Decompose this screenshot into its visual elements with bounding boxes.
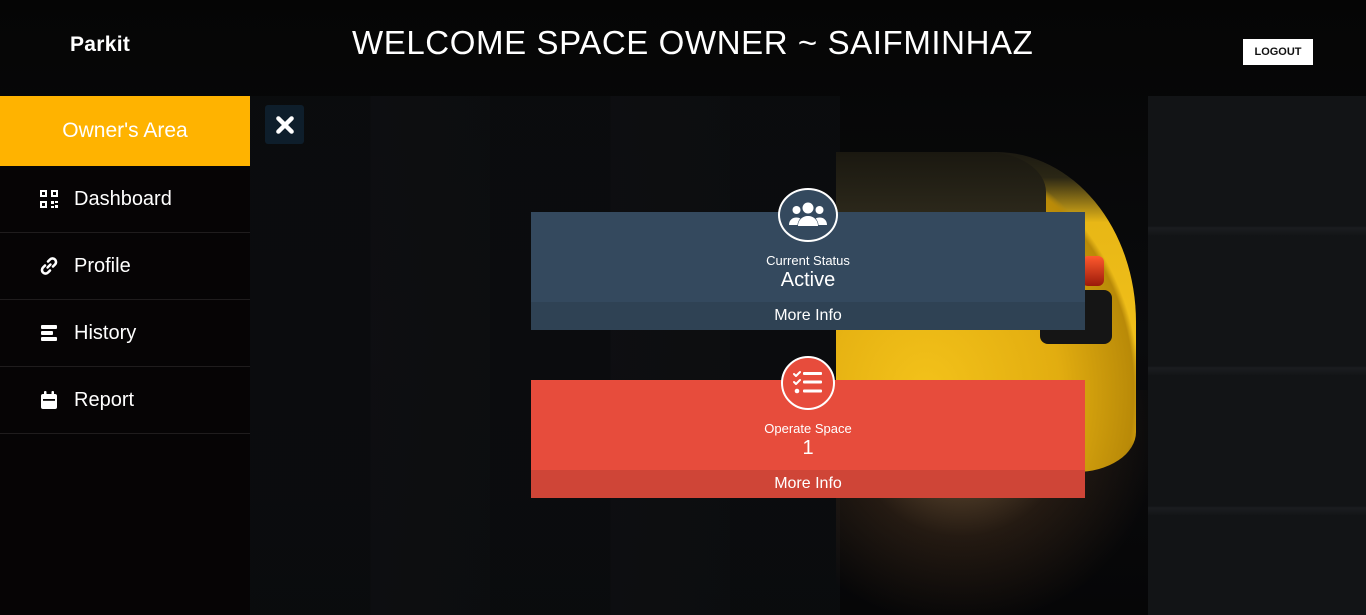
sidebar-item-label: Profile xyxy=(74,254,131,277)
users-icon xyxy=(778,188,838,242)
space-label: Operate Space xyxy=(764,421,852,436)
operate-space-card: Operate Space 1 More Info xyxy=(531,356,1085,498)
close-icon xyxy=(275,115,294,134)
status-label: Current Status xyxy=(766,253,850,268)
top-header: Parkit WELCOME SPACE OWNER ~ SAIFMINHAZ … xyxy=(0,0,1366,96)
sidebar: Owner's Area Dashboard Profile History R… xyxy=(0,96,250,615)
current-status-card: Current Status Active More Info xyxy=(531,188,1085,330)
sidebar-item-label: Dashboard xyxy=(74,187,172,210)
status-value: Active xyxy=(780,269,836,291)
close-sidebar-button[interactable] xyxy=(265,105,304,144)
calendar-icon xyxy=(38,389,60,411)
sidebar-item-profile[interactable]: Profile xyxy=(0,233,250,300)
sidebar-item-dashboard[interactable]: Dashboard xyxy=(0,166,250,233)
link-icon xyxy=(38,255,60,277)
sidebar-item-report[interactable]: Report xyxy=(0,367,250,434)
space-value: 1 xyxy=(802,437,814,459)
qr-grid-icon xyxy=(38,188,60,210)
garage-wall-right xyxy=(1148,96,1366,615)
garage-wall-left xyxy=(250,96,840,615)
checklist-icon xyxy=(781,356,835,410)
sidebar-item-label: Report xyxy=(74,388,135,411)
space-more-info-link[interactable]: More Info xyxy=(531,470,1085,498)
logout-button[interactable]: LOGOUT xyxy=(1243,39,1313,65)
sidebar-title: Owner's Area xyxy=(0,96,250,166)
car-tail-light xyxy=(1082,256,1104,286)
status-more-info-link[interactable]: More Info xyxy=(531,302,1085,330)
list-bars-icon xyxy=(38,322,60,344)
sidebar-item-label: History xyxy=(74,321,137,344)
sidebar-item-history[interactable]: History xyxy=(0,300,250,367)
brand-logo[interactable]: Parkit xyxy=(70,33,130,57)
welcome-title: WELCOME SPACE OWNER ~ SAIFMINHAZ xyxy=(352,24,1034,61)
